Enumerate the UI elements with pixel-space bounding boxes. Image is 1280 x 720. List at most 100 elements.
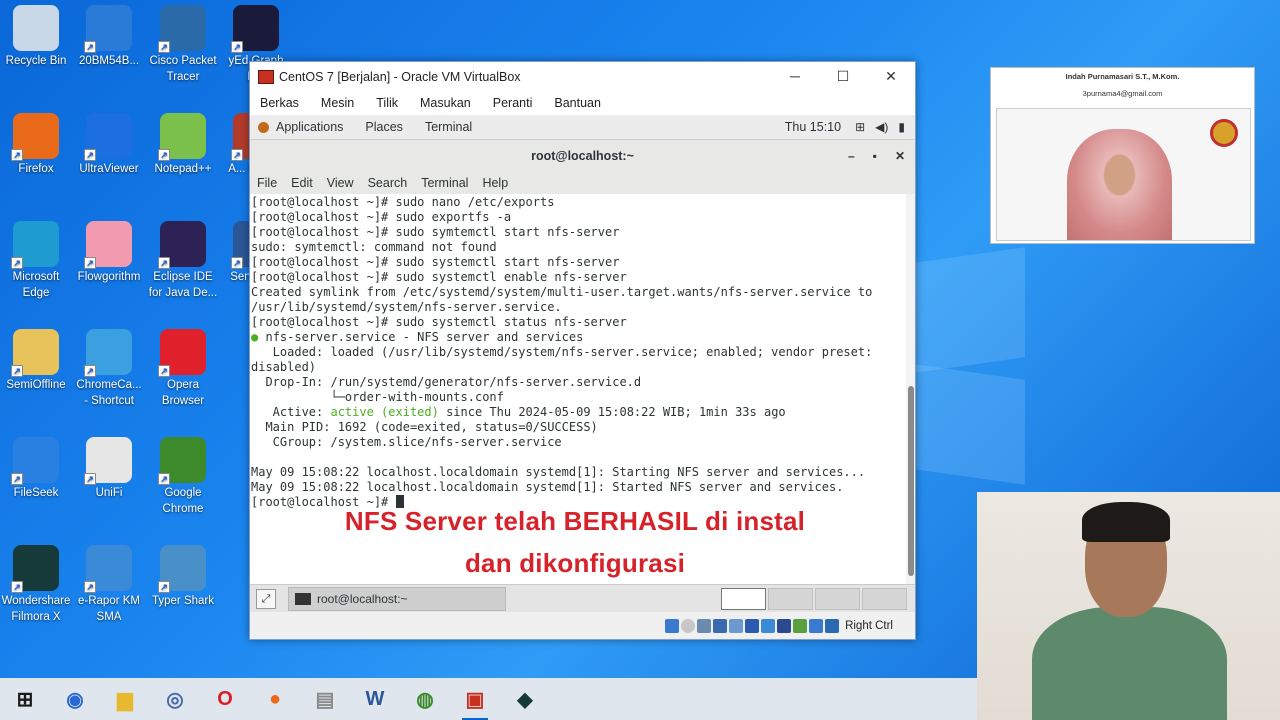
terminal-menu-terminal[interactable]: Terminal — [421, 176, 468, 190]
terminal-line-active: Active: active (exited) since Thu 2024-0… — [251, 405, 915, 420]
app-icon: ↗ — [158, 221, 206, 269]
shortcut-arrow-icon: ↗ — [84, 41, 96, 53]
desktop-icon-cisco-packet-tracer[interactable]: ↗ Cisco Packet Tracer — [147, 5, 219, 85]
desktop-icon-e-rapor-km-sma[interactable]: ↗ e-Rapor KM SMA — [73, 545, 145, 625]
terminal-close-button[interactable]: ✕ — [895, 149, 905, 163]
taskbar-firefox-icon[interactable]: ● — [250, 678, 300, 720]
virtualbox-title-bar[interactable]: CentOS 7 [Berjalan] - Oracle VM VirtualB… — [250, 62, 915, 91]
desktop-icon-opera-browser[interactable]: ↗ Opera Browser — [147, 329, 219, 409]
desktop-icon-microsoft-edge[interactable]: ↗ Microsoft Edge — [0, 221, 72, 301]
terminal-maximize-button[interactable]: ▪ — [873, 149, 877, 163]
active-label: Active: — [251, 405, 331, 419]
taskbar-word-icon[interactable]: W — [350, 678, 400, 720]
desktop-icon-ultraviewer[interactable]: ↗ UltraViewer — [73, 113, 145, 177]
desktop-icon-google-chrome[interactable]: ↗ Google Chrome — [147, 437, 219, 517]
optical-drive-icon[interactable] — [681, 618, 696, 633]
recording-icon[interactable] — [777, 618, 792, 633]
desktop-icon-eclipse-ide-for-java-de[interactable]: ↗ Eclipse IDE for Java De... — [147, 221, 219, 301]
show-desktop-icon[interactable]: ⤢ — [256, 588, 276, 609]
mouse-integration-icon[interactable] — [809, 618, 824, 633]
gnome-taskbar-terminal[interactable]: root@localhost:~ — [288, 586, 506, 611]
battery-icon[interactable]: ▮ — [898, 120, 905, 134]
caption-line-1: NFS Server telah BERHASIL di instal — [344, 506, 806, 536]
audio-icon[interactable] — [697, 618, 712, 633]
shortcut-arrow-icon: ↗ — [158, 581, 170, 593]
app-icon: ↗ — [11, 437, 59, 485]
gnome-taskbar-terminal-label: root@localhost:~ — [317, 591, 408, 606]
workspace-1[interactable] — [721, 587, 766, 610]
terminal-menu-search[interactable]: Search — [368, 176, 408, 190]
desktop-icon-flowgorithm[interactable]: ↗ Flowgorithm — [73, 221, 145, 285]
taskbar-file-explorer-icon[interactable]: ▆ — [100, 678, 150, 720]
terminal-minimize-button[interactable]: – — [848, 149, 855, 163]
host-key-label: Right Ctrl — [845, 619, 893, 632]
desktop-icon-semioffline[interactable]: ↗ SemiOffline — [0, 329, 72, 393]
terminal-scrollbar-thumb[interactable] — [908, 386, 914, 576]
cpu-icon[interactable] — [793, 618, 808, 633]
virtualbox-window[interactable]: CentOS 7 [Berjalan] - Oracle VM VirtualB… — [249, 61, 916, 640]
taskbar-start-icon[interactable]: ⊞ — [0, 678, 50, 720]
terminal-menu-help[interactable]: Help — [482, 176, 508, 190]
network-adapter-icon[interactable] — [713, 618, 728, 633]
terminal-line: [root@localhost ~]# sudo exportfs -a — [251, 210, 512, 224]
terminal-output[interactable]: [root@localhost ~]# sudo nano /etc/expor… — [250, 194, 915, 584]
hard-disk-icon[interactable] — [665, 618, 680, 633]
terminal-scrollbar[interactable] — [906, 194, 915, 584]
desktop-icon-recycle-bin[interactable]: Recycle Bin — [0, 5, 72, 69]
desktop-icon-notepad[interactable]: ↗ Notepad++ — [147, 113, 219, 177]
usb-icon[interactable] — [729, 618, 744, 633]
volume-icon[interactable]: ◀) — [875, 120, 888, 134]
maximize-button[interactable]: ☐ — [819, 68, 867, 85]
taskbar-chrome-icon[interactable]: ◍ — [400, 678, 450, 720]
menu-bantuan[interactable]: Bantuan — [554, 96, 601, 110]
minimize-button[interactable]: ─ — [771, 68, 819, 85]
places-menu[interactable]: Places — [365, 120, 403, 134]
desktop-icon-label: FileSeek — [13, 487, 59, 499]
applications-menu[interactable]: Applications — [276, 120, 343, 134]
menu-peranti[interactable]: Peranti — [493, 96, 533, 110]
menu-mesin[interactable]: Mesin — [321, 96, 354, 110]
workspace-2[interactable] — [768, 587, 813, 610]
terminal-menu[interactable]: Terminal — [425, 120, 472, 134]
close-button[interactable]: ✕ — [867, 68, 915, 85]
taskbar-network-icon[interactable]: ◎ — [150, 678, 200, 720]
desktop-icon-wondershare-filmora-x[interactable]: ↗ Wondershare Filmora X — [0, 545, 72, 625]
shortcut-arrow-icon: ↗ — [158, 365, 170, 377]
taskbar-opera-icon[interactable]: O — [200, 678, 250, 720]
shared-folder-icon[interactable] — [745, 618, 760, 633]
taskbar-virtualbox-icon[interactable]: ▣ — [450, 678, 500, 720]
app-icon: ↗ — [84, 329, 132, 377]
terminal-menu-view[interactable]: View — [327, 176, 354, 190]
taskbar-document-icon[interactable]: ▤ — [300, 678, 350, 720]
desktop-icon-fileseek[interactable]: ↗ FileSeek — [0, 437, 72, 501]
desktop-icon-label: SemiOffline — [6, 379, 66, 391]
display-icon[interactable] — [761, 618, 776, 633]
terminal-line: Main PID: 1692 (code=exited, status=0/SU… — [251, 420, 598, 434]
app-icon: ↗ — [158, 545, 206, 593]
windows-logo-beam-upper — [915, 247, 1025, 373]
menu-berkas[interactable]: Berkas — [260, 96, 299, 110]
desktop-icon-unifi[interactable]: ↗ UniFi — [73, 437, 145, 501]
terminal-line-status-header: ● nfs-server.service - NFS server and se… — [251, 330, 915, 345]
active-since: since Thu 2024-05-09 15:08:22 WIB; 1min … — [438, 405, 786, 419]
gnome-clock[interactable]: Thu 15:10 — [785, 120, 841, 134]
desktop-icon-firefox[interactable]: ↗ Firefox — [0, 113, 72, 177]
workspace-4[interactable] — [862, 587, 907, 610]
terminal-line: └─order-with-mounts.conf — [251, 390, 504, 404]
desktop-icon-chromeca-shortcut[interactable]: ↗ ChromeCa... - Shortcut — [73, 329, 145, 409]
workspace-3[interactable] — [815, 587, 860, 610]
shortcut-arrow-icon: ↗ — [11, 257, 23, 269]
taskbar-filmora-icon[interactable]: ◆ — [500, 678, 550, 720]
terminal-icon — [295, 592, 311, 605]
network-icon[interactable]: ⊞ — [855, 120, 865, 134]
shortcut-arrow-icon: ↗ — [11, 149, 23, 161]
terminal-menu-edit[interactable]: Edit — [291, 176, 313, 190]
terminal-title-bar[interactable]: root@localhost:~ – ▪ ✕ — [250, 140, 915, 171]
taskbar-thunderbird-icon[interactable]: ◉ — [50, 678, 100, 720]
keyboard-icon[interactable] — [825, 618, 840, 633]
desktop-icon-typer-shark[interactable]: ↗ Typer Shark — [147, 545, 219, 609]
menu-masukan[interactable]: Masukan — [420, 96, 471, 110]
desktop-icon-20bm54b[interactable]: ↗ 20BM54B... — [73, 5, 145, 69]
terminal-menu-file[interactable]: File — [257, 176, 277, 190]
menu-tilik[interactable]: Tilik — [376, 96, 398, 110]
